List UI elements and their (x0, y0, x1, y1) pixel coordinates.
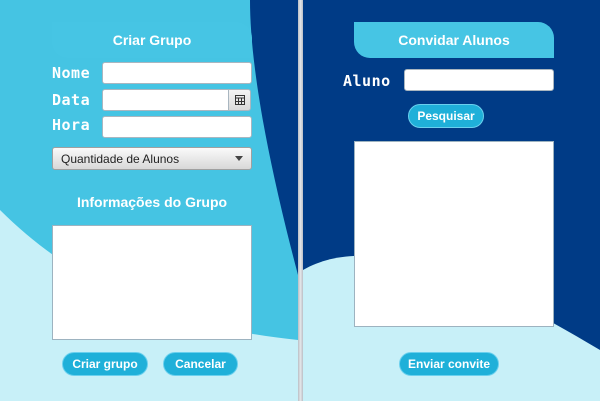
student-search-input[interactable] (404, 69, 554, 91)
create-group-button[interactable]: Criar grupo (62, 352, 148, 376)
invite-students-title: Convidar Alunos (354, 22, 554, 58)
student-label: Aluno (343, 72, 391, 90)
name-input[interactable] (102, 62, 252, 84)
search-button[interactable]: Pesquisar (408, 104, 484, 128)
calendar-icon[interactable] (229, 89, 251, 111)
create-group-title: Criar Grupo (52, 22, 252, 58)
group-info-heading: Informações do Grupo (76, 194, 228, 210)
invite-students-panel: Convidar Alunos Aluno Pesquisar Enviar c… (303, 0, 600, 401)
chevron-down-icon (235, 156, 243, 161)
name-label: Nome (52, 64, 91, 82)
time-input[interactable] (102, 116, 252, 138)
time-label: Hora (52, 116, 91, 134)
cancel-button[interactable]: Cancelar (163, 352, 238, 376)
send-invite-button[interactable]: Enviar convite (399, 352, 499, 376)
student-quantity-selected: Quantidade de Alunos (61, 151, 180, 166)
create-group-panel: Criar Grupo Nome Data Hora Quantidade de… (0, 0, 298, 401)
date-input[interactable] (102, 89, 229, 111)
student-results-list[interactable] (354, 141, 554, 327)
date-label: Data (52, 91, 91, 109)
group-info-textarea[interactable] (52, 225, 252, 340)
student-quantity-select[interactable]: Quantidade de Alunos (52, 147, 252, 170)
calendar-icon-glyph (234, 95, 245, 105)
